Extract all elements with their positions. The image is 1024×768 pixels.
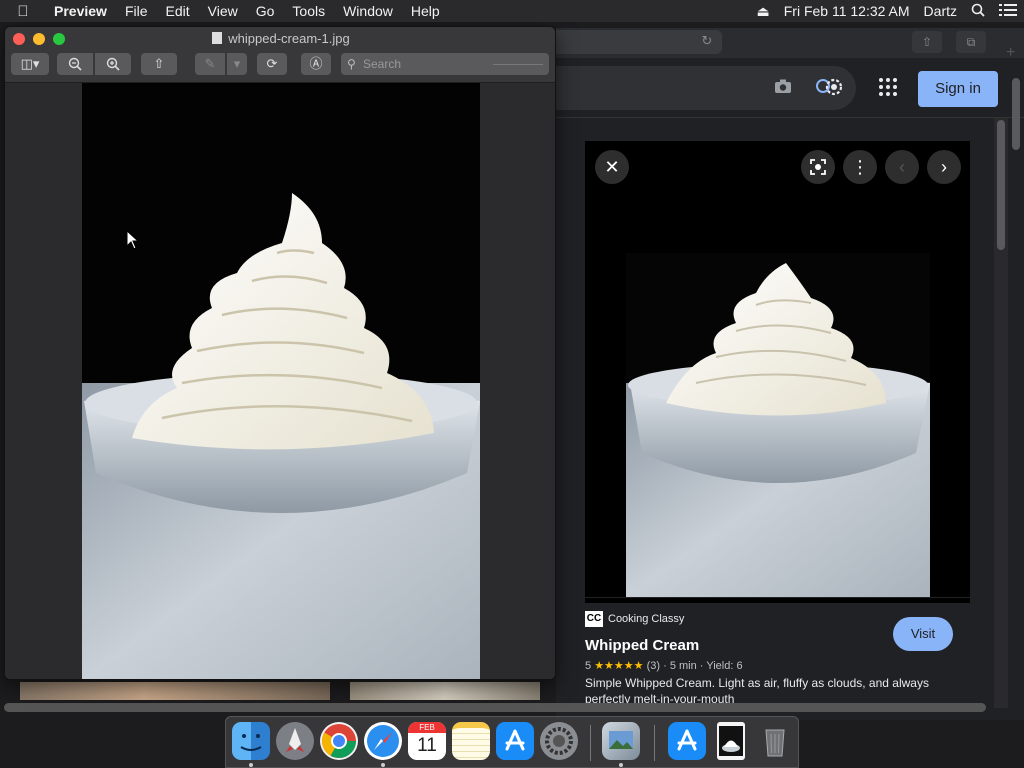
calendar-icon[interactable]: FEB 11 [408, 722, 446, 760]
lens-search-icon[interactable] [812, 72, 846, 102]
visit-button[interactable]: Visit [893, 617, 953, 651]
menu-window[interactable]: Window [334, 3, 402, 19]
menu-app-name[interactable]: Preview [46, 3, 116, 19]
calendar-day: 11 [417, 735, 437, 756]
preview-icon[interactable] [602, 722, 640, 760]
panel-divider [585, 597, 970, 598]
search-placeholder: Search [363, 57, 402, 71]
meta-separator: · [663, 660, 670, 672]
mouse-cursor [126, 229, 140, 253]
share-button[interactable]: ⇧ [141, 53, 177, 75]
image-file-icon[interactable] [717, 722, 745, 760]
dock: FEB 11 [225, 716, 799, 768]
app-store-icon[interactable] [496, 722, 534, 760]
safari-icon[interactable] [364, 722, 402, 760]
sign-in-button[interactable]: Sign in [918, 71, 998, 107]
reload-icon[interactable]: ↻ [698, 33, 716, 51]
preview-canvas [5, 83, 555, 679]
eject-icon[interactable]: ⏏ [750, 3, 777, 20]
menu-clock[interactable]: Fri Feb 11 12:32 AM [777, 3, 917, 19]
next-icon[interactable]: › [927, 150, 961, 184]
previous-icon[interactable]: ‹ [885, 150, 919, 184]
yield: Yield: 6 [706, 660, 743, 672]
browser-toolbar: ↻ ⇧ ⧉ [556, 28, 1024, 58]
horizontal-scrollbar-thumb[interactable] [4, 703, 986, 712]
google-apps-icon[interactable] [876, 75, 900, 99]
spotlight-search-icon[interactable] [964, 3, 992, 20]
rating-stars: ★★★★★ [594, 660, 644, 672]
zoom-out-button[interactable] [57, 53, 93, 75]
running-indicator [381, 763, 385, 767]
browser-window: ↻ ⇧ ⧉ + Sign in ✕ ⋮ ‹ › CC Cooking Class… [556, 28, 1024, 720]
search-header: Sign in [556, 58, 1024, 118]
search-result-thumbnail[interactable] [350, 682, 540, 700]
panel-scrollbar-thumb[interactable] [997, 120, 1005, 250]
dock-separator [654, 725, 655, 761]
source-logo: CC [585, 611, 603, 627]
window-title: whipped-cream-1.jpg [5, 31, 555, 46]
control-center-icon[interactable] [992, 3, 1024, 20]
menu-file[interactable]: File [116, 3, 157, 19]
apple-menu-icon[interactable]:  [0, 3, 46, 20]
lens-scan-icon[interactable] [801, 150, 835, 184]
app-store-downloads-icon[interactable] [668, 722, 706, 760]
result-source[interactable]: CC Cooking Classy [585, 611, 684, 627]
result-meta: 5 ★★★★★ (3) · 5 min · Yield: 6 [585, 659, 743, 672]
markup-pen-button[interactable]: ✎ [195, 53, 225, 75]
source-name: Cooking Classy [608, 613, 685, 625]
trash-icon[interactable] [756, 722, 794, 760]
result-title[interactable]: Whipped Cream [585, 637, 699, 654]
search-input[interactable] [556, 66, 856, 110]
markup-toolbar-button[interactable]: Ⓐ [301, 53, 331, 75]
menu-view[interactable]: View [199, 3, 247, 19]
menu-edit[interactable]: Edit [157, 3, 199, 19]
running-indicator [619, 763, 623, 767]
running-indicator [249, 763, 253, 767]
page-scrollbar-thumb[interactable] [1012, 78, 1020, 150]
menu-bar:  Preview File Edit View Go Tools Window… [0, 0, 1024, 22]
calendar-month: FEB [408, 722, 446, 733]
finder-icon[interactable] [232, 722, 270, 760]
whipped-cream-image[interactable] [82, 83, 480, 679]
menu-tools[interactable]: Tools [283, 3, 334, 19]
markup-dropdown-button[interactable]: ▾ [227, 53, 247, 75]
review-count: (3) [646, 660, 661, 672]
zoom-in-button[interactable] [95, 53, 131, 75]
preview-titlebar: whipped-cream-1.jpg ◫▾ ⇧ ✎ ▾ ⟳ Ⓐ ⚲ Searc… [5, 27, 555, 83]
notes-icon[interactable] [452, 722, 490, 760]
dock-separator [590, 725, 591, 761]
document-title: whipped-cream-1.jpg [228, 31, 350, 46]
chrome-icon[interactable] [320, 722, 358, 760]
menu-user[interactable]: Dartz [917, 3, 964, 19]
search-icon: ⚲ [347, 57, 356, 71]
cook-time: 5 min [669, 660, 697, 672]
search-field[interactable]: ⚲ Search [341, 53, 549, 75]
whipped-cream-thumbnail-image[interactable] [626, 253, 930, 597]
tabs-overview-icon[interactable]: ⧉ [956, 31, 986, 53]
search-divider [493, 64, 543, 65]
menu-go[interactable]: Go [247, 3, 284, 19]
sidebar-toggle-button[interactable]: ◫▾ [11, 53, 49, 75]
image-preview-panel: ✕ ⋮ ‹ › CC Cooking Classy Whipped Cream [585, 141, 970, 720]
rating-value: 5 [585, 660, 592, 672]
search-result-thumbnail[interactable] [20, 682, 330, 700]
preview-window: whipped-cream-1.jpg ◫▾ ⇧ ✎ ▾ ⟳ Ⓐ ⚲ Searc… [4, 26, 556, 680]
launchpad-icon[interactable] [276, 722, 314, 760]
camera-icon[interactable] [774, 78, 792, 99]
close-icon[interactable]: ✕ [595, 150, 629, 184]
document-icon [212, 32, 223, 44]
share-icon[interactable]: ⇧ [912, 31, 942, 53]
system-preferences-icon[interactable] [540, 722, 578, 760]
menu-help[interactable]: Help [402, 3, 449, 19]
rotate-button[interactable]: ⟳ [257, 53, 287, 75]
more-options-icon[interactable]: ⋮ [843, 150, 877, 184]
